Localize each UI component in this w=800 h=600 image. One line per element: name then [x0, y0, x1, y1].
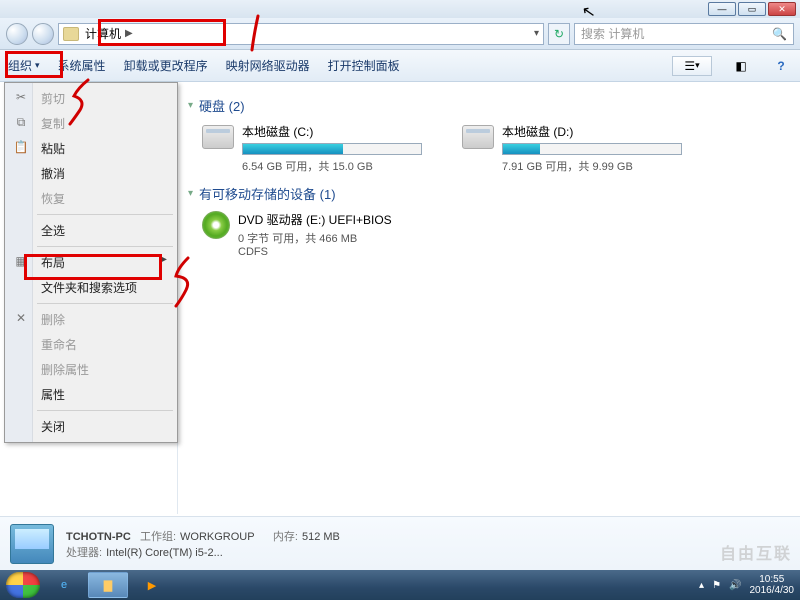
cpu-value: Intel(R) Core(TM) i5-2...	[106, 547, 223, 559]
dvd-capacity: 0 字节 可用，共 466 MB	[238, 230, 392, 246]
computer-large-icon	[10, 524, 54, 564]
menu-select-all[interactable]: 全选	[7, 218, 175, 243]
views-button[interactable]: ☰ ▾	[672, 56, 712, 76]
section-header-hdd[interactable]: 硬盘 (2)	[188, 96, 790, 115]
drive-d[interactable]: 本地磁盘 (D:) 7.91 GB 可用，共 9.99 GB	[462, 123, 682, 174]
system-tray[interactable]: ▴ ⚑ 🔊 10:55 2016/4/30	[699, 574, 794, 596]
ie-icon: e	[61, 579, 67, 591]
copy-icon: ⧉	[13, 114, 29, 130]
address-bar[interactable]: 计算机 ▶ ▾	[58, 23, 544, 45]
nav-forward-button[interactable]	[32, 23, 54, 45]
close-button[interactable]: ✕	[768, 2, 796, 16]
maximize-button[interactable]: ▭	[738, 2, 766, 16]
tray-up-icon[interactable]: ▴	[699, 580, 704, 591]
paste-icon: 📋	[13, 139, 29, 155]
command-toolbar: 组织 ▾ 系统属性 卸载或更改程序 映射网络驱动器 打开控制面板 ☰ ▾ ◧ ?	[0, 50, 800, 82]
search-input[interactable]: 搜索 计算机 🔍	[574, 23, 794, 45]
menu-rename[interactable]: 重命名	[7, 332, 175, 357]
menu-copy[interactable]: ⧉复制	[7, 111, 175, 136]
volume-icon[interactable]: 🔊	[729, 580, 741, 591]
memory-value: 512 MB	[302, 531, 340, 543]
organize-button[interactable]: 组织 ▾	[8, 57, 40, 74]
menu-close[interactable]: 关闭	[7, 414, 175, 439]
clock[interactable]: 10:55 2016/4/30	[750, 574, 795, 596]
hdd-icon	[202, 125, 234, 149]
delete-icon: ✕	[13, 310, 29, 326]
menu-undo[interactable]: 撤消	[7, 161, 175, 186]
menu-remove-properties[interactable]: 删除属性	[7, 357, 175, 382]
submenu-arrow-icon: ▶	[159, 254, 167, 265]
menu-separator	[37, 246, 173, 247]
watermark: 自由互联	[720, 540, 792, 564]
wmp-icon: ▶	[148, 579, 156, 592]
menu-separator	[37, 303, 173, 304]
preview-pane-button[interactable]: ◧	[730, 56, 752, 76]
folder-icon: ▇	[104, 579, 112, 592]
workgroup-value: WORKGROUP	[180, 531, 255, 543]
content-pane: 硬盘 (2) 本地磁盘 (C:) 6.54 GB 可用，共 15.0 GB 本地…	[178, 82, 800, 514]
chevron-down-icon: ▾	[35, 60, 40, 71]
menu-separator	[37, 214, 173, 215]
menu-paste[interactable]: 📋粘贴	[7, 136, 175, 161]
drive-d-text: 7.91 GB 可用，共 9.99 GB	[502, 158, 682, 174]
details-pane: TCHOTN-PC 工作组:WORKGROUP 内存:512 MB 处理器:In…	[0, 516, 800, 570]
refresh-button[interactable]: ↻	[548, 23, 570, 45]
menu-cut[interactable]: ✂剪切	[7, 86, 175, 111]
menu-delete[interactable]: ✕删除	[7, 307, 175, 332]
minimize-button[interactable]: —	[708, 2, 736, 16]
drive-c-title: 本地磁盘 (C:)	[242, 123, 422, 140]
disc-icon	[202, 211, 230, 239]
menu-layout[interactable]: ▦布局▶	[7, 250, 175, 275]
cut-icon: ✂	[13, 89, 29, 105]
views-icon: ☰	[684, 59, 695, 73]
address-location: 计算机	[85, 25, 121, 42]
computer-icon	[63, 27, 79, 41]
open-control-panel-button[interactable]: 打开控制面板	[328, 57, 400, 74]
system-properties-button[interactable]: 系统属性	[58, 57, 106, 74]
search-icon: 🔍	[772, 27, 787, 41]
menu-redo[interactable]: 恢复	[7, 186, 175, 211]
action-center-icon[interactable]: ⚑	[712, 580, 721, 591]
dvd-drive[interactable]: DVD 驱动器 (E:) UEFI+BIOS 0 字节 可用，共 466 MB …	[188, 211, 790, 258]
layout-icon: ▦	[13, 253, 29, 269]
organize-menu: ✂剪切 ⧉复制 📋粘贴 撤消 恢复 全选 ▦布局▶ 文件夹和搜索选项 ✕删除 重…	[4, 82, 178, 443]
menu-folder-options[interactable]: 文件夹和搜索选项	[7, 275, 175, 300]
taskbar-media-player[interactable]: ▶	[132, 572, 172, 598]
nav-back-button[interactable]	[6, 23, 28, 45]
section-header-removable[interactable]: 有可移动存储的设备 (1)	[188, 184, 790, 203]
hdd-icon	[462, 125, 494, 149]
address-dropdown-icon[interactable]: ▾	[534, 28, 539, 39]
dvd-filesystem: CDFS	[238, 246, 392, 258]
taskbar: e ▇ ▶ ▴ ⚑ 🔊 10:55 2016/4/30	[0, 570, 800, 600]
start-button[interactable]	[6, 572, 40, 598]
search-placeholder: 搜索 计算机	[581, 25, 644, 42]
drive-d-capacity-bar	[502, 143, 682, 155]
pc-name: TCHOTN-PC	[66, 531, 131, 543]
uninstall-programs-button[interactable]: 卸载或更改程序	[124, 57, 208, 74]
map-network-drive-button[interactable]: 映射网络驱动器	[226, 57, 310, 74]
help-button[interactable]: ?	[770, 56, 792, 76]
dvd-title: DVD 驱动器 (E:) UEFI+BIOS	[238, 211, 392, 228]
taskbar-explorer[interactable]: ▇	[88, 572, 128, 598]
menu-separator	[37, 410, 173, 411]
menu-properties[interactable]: 属性	[7, 382, 175, 407]
taskbar-ie[interactable]: e	[44, 572, 84, 598]
window-titlebar: — ▭ ✕	[0, 0, 800, 18]
drive-d-title: 本地磁盘 (D:)	[502, 123, 682, 140]
drive-c-text: 6.54 GB 可用，共 15.0 GB	[242, 158, 422, 174]
drive-c-capacity-bar	[242, 143, 422, 155]
address-bar-row: 计算机 ▶ ▾ ↻ 搜索 计算机 🔍	[0, 18, 800, 50]
breadcrumb-chevron-icon[interactable]: ▶	[125, 28, 133, 39]
drive-c[interactable]: 本地磁盘 (C:) 6.54 GB 可用，共 15.0 GB	[202, 123, 422, 174]
